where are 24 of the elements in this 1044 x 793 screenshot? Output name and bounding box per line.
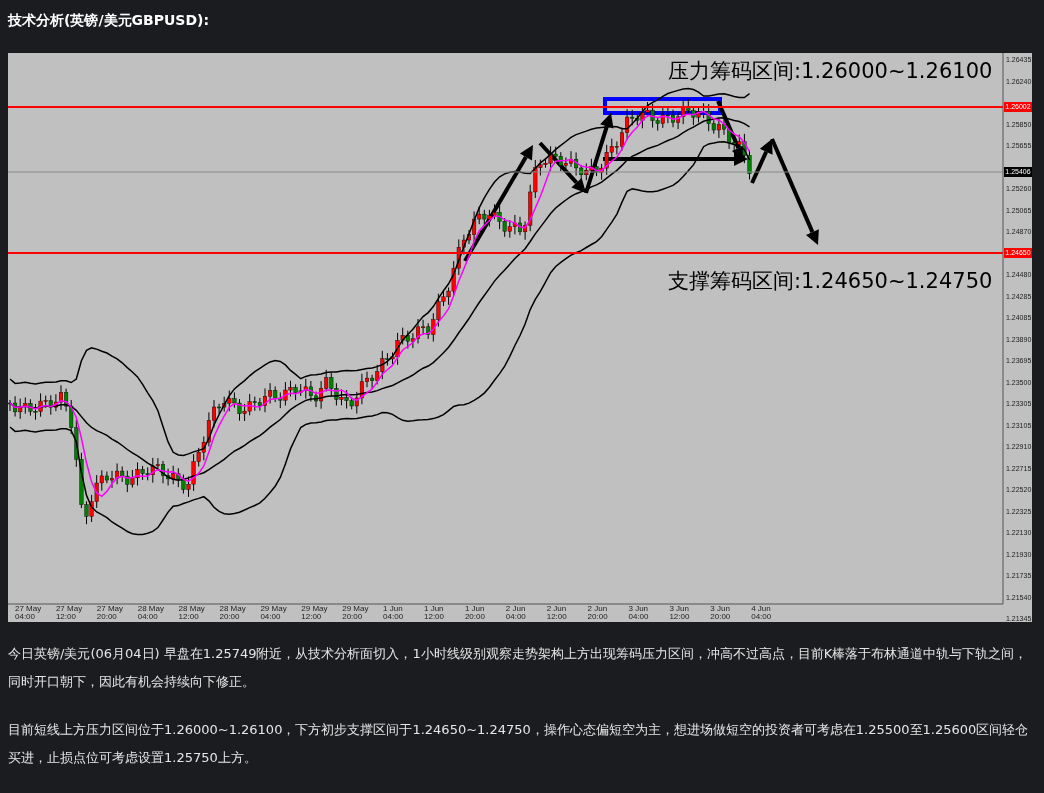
time-label: 27 May 04:00 — [15, 605, 43, 621]
time-label: 2 Jun 20:00 — [587, 605, 609, 621]
section-heading: 技术分析(英镑/美元GBPUSD): — [8, 11, 210, 30]
time-label: 29 May 20:00 — [342, 605, 370, 621]
time-label: 29 May 04:00 — [260, 605, 288, 621]
time-label: 4 Jun 04:00 — [751, 605, 773, 621]
analysis-paragraph: 目前短线上方压力区间位于1.26000~1.26100，下方初步支撑区间于1.24650~1.24750，操作心态偏短空为主，想进场做短空的投资者可考虑在1.25500至1.25600区间轻仓买进，止损点位可考虑设置1.25750上方。 — [8, 721, 1030, 767]
time-label: 1 Jun 04:00 — [383, 605, 405, 621]
zone-label: 压力筹码区间:1.26000~1.26100 — [668, 58, 993, 85]
time-label: 27 May 12:00 — [55, 605, 84, 621]
time-label: 27 May 20:00 — [96, 605, 125, 621]
time-label: 2 Jun 12:00 — [546, 605, 568, 621]
time-label: 3 Jun 04:00 — [628, 605, 650, 621]
time-label: 1 Jun 20:00 — [464, 605, 486, 621]
time-label: 1 Jun 12:00 — [424, 605, 446, 621]
time-label: 2 Jun 04:00 — [505, 605, 527, 621]
analysis-paragraph: 今日英镑/美元(06月04日) 早盘在1.25749附近，从技术分析面切入，1小时线级别观察走势架构上方出现筹码压力区间，冲高不过高点，目前K棒落于布林通道中轨与下轨之间，同时开口朝下，因此有机会持续向下修正。 — [8, 645, 1029, 691]
time-label: 28 May 20:00 — [219, 605, 247, 621]
time-label: 28 May 12:00 — [178, 605, 206, 621]
zone-label: 支撑筹码区间:1.24650~1.24750 — [668, 268, 993, 295]
time-label: 28 May 04:00 — [137, 605, 165, 621]
time-label: 3 Jun 12:00 — [669, 605, 691, 621]
time-label: 29 May 12:00 — [301, 605, 329, 621]
time-label: 3 Jun 20:00 — [710, 605, 732, 621]
